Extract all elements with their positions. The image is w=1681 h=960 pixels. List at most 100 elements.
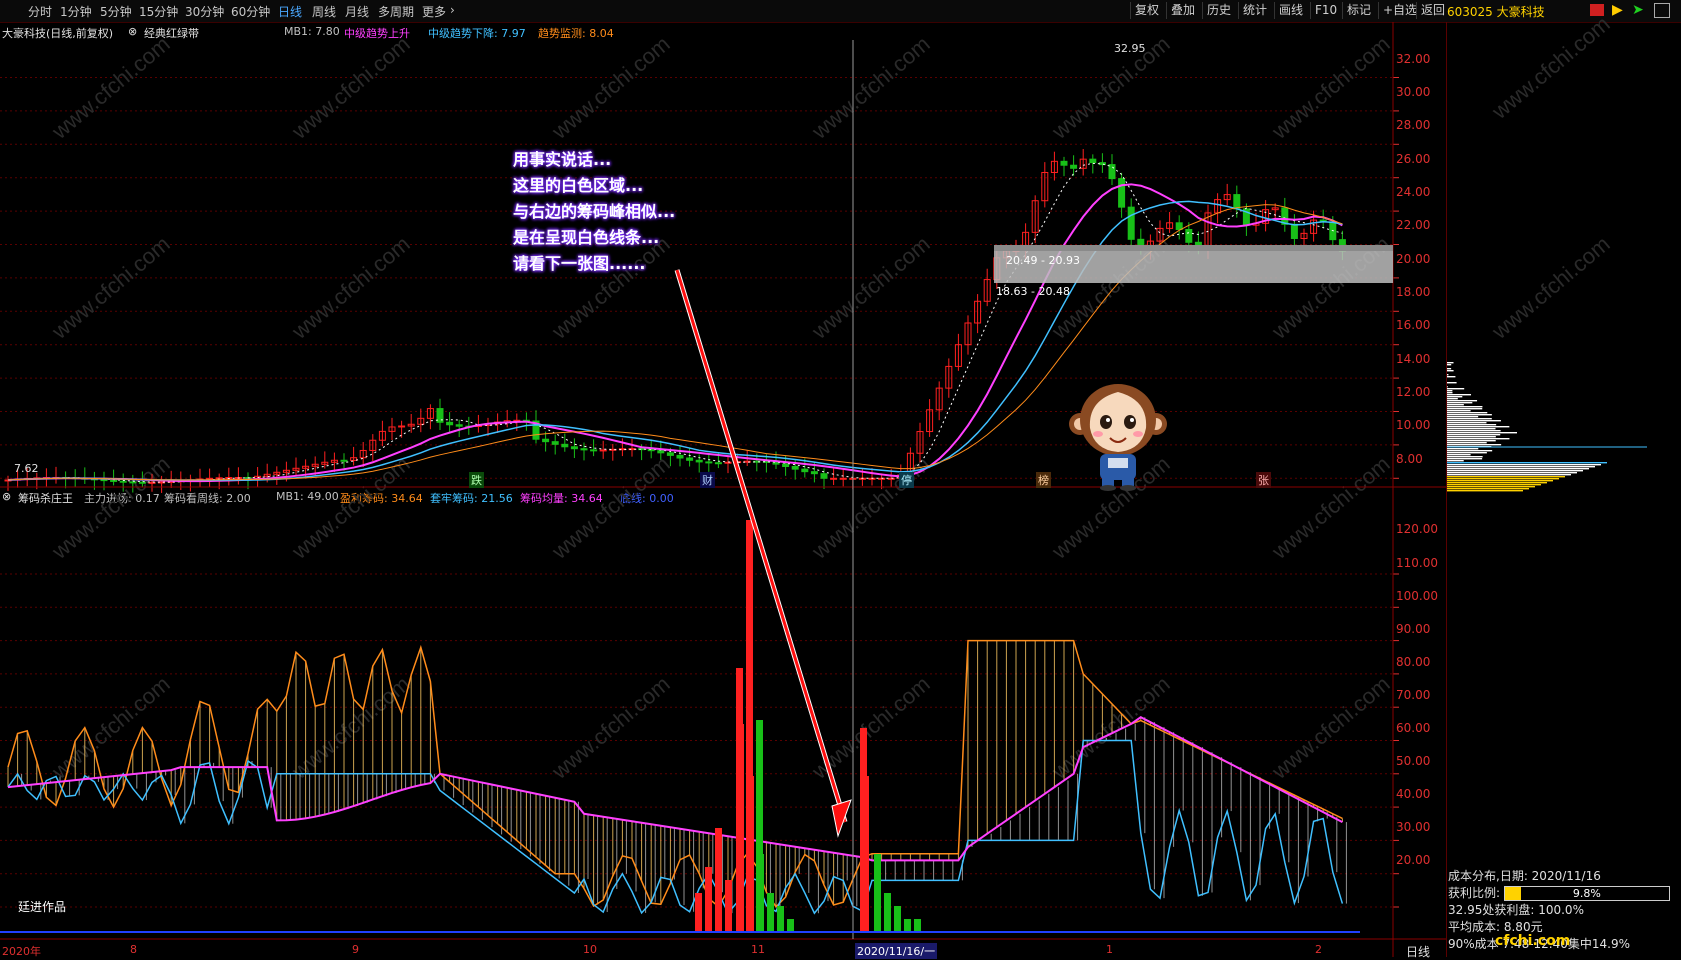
candle-body <box>570 446 578 450</box>
candle-body <box>1185 228 1193 243</box>
price-chart-canvas[interactable]: www.cfchi.com www.cfchi.com www.cfchi.com w… <box>0 0 1681 957</box>
watermark-text: www.cfchi.com <box>546 451 674 564</box>
candle-body <box>455 424 463 427</box>
chip-bar <box>1447 398 1458 400</box>
chip-bar <box>1447 376 1456 378</box>
volume-bar <box>756 720 763 932</box>
chip-bar <box>1447 368 1452 370</box>
chip-bar <box>1447 364 1452 366</box>
chip-bar <box>1447 374 1449 376</box>
candle-body <box>782 463 790 467</box>
chip-bar <box>1447 458 1483 460</box>
candle-body <box>1070 164 1078 169</box>
candle-body <box>686 457 694 461</box>
annotation-line: 请看下一张图...... <box>513 254 646 273</box>
marker-tag[interactable]: 跌 <box>469 472 484 488</box>
watermark-text: www.cfchi.com <box>46 231 174 344</box>
annotation-line: 是在呈现白色线条... <box>513 228 660 247</box>
y-label: 50.00 <box>1396 754 1431 768</box>
candle-body <box>119 480 127 483</box>
watermark-text: www.cfchi.com <box>46 451 174 564</box>
watermark-text: www.cfchi.com <box>1266 31 1394 144</box>
profit-ratio-row: 获利比例: 9.8% <box>1448 885 1680 902</box>
y-label: 32.00 <box>1396 52 1431 66</box>
candle-body <box>657 450 665 454</box>
volume-bar <box>715 828 722 932</box>
chip-title: 成本分布,日期: 2020/11/16 <box>1448 869 1601 883</box>
volume-bar <box>860 728 867 932</box>
candle-body <box>138 481 146 484</box>
profit-ratio-label: 获利比例: <box>1448 886 1501 900</box>
profit-ratio-value: 9.8% <box>1572 887 1601 900</box>
volume-bar <box>695 893 702 932</box>
watermark-text: www.cfchi.com <box>546 31 674 144</box>
chip-bar <box>1447 418 1492 420</box>
volume-bar <box>767 893 774 932</box>
volume-bar <box>874 854 881 932</box>
y-label: 12.00 <box>1396 385 1431 399</box>
candle-body <box>551 441 559 445</box>
candle-body <box>820 473 828 479</box>
chip-bar <box>1447 442 1487 444</box>
date-label: 10 <box>583 943 597 956</box>
marker-tag[interactable]: 榜 <box>1036 472 1051 488</box>
candle-body <box>695 459 703 463</box>
chip-bar <box>1447 488 1529 490</box>
chip-bar <box>1447 474 1571 476</box>
annotation-text: 用事实说话... 这里的白色区域... 与右边的筹码峰相似... 是在呈现白色线… <box>513 147 743 277</box>
y-label: 30.00 <box>1396 820 1431 834</box>
volume-bar <box>904 919 911 932</box>
y-label: 90.00 <box>1396 622 1431 636</box>
volume-bar <box>884 893 891 932</box>
chip-bar <box>1447 382 1457 384</box>
chip-bar <box>1447 390 1453 392</box>
volume-bar <box>736 668 743 932</box>
chip-bar <box>1447 456 1483 458</box>
candle-body <box>1060 160 1068 166</box>
y-label: 24.00 <box>1396 185 1431 199</box>
chip-bar <box>1447 462 1607 464</box>
chip-bar <box>1447 400 1478 402</box>
y-label: 60.00 <box>1396 721 1431 735</box>
candle-body <box>791 465 799 470</box>
range-label-1: 20.49 - 20.93 <box>1006 254 1080 267</box>
candle-body <box>1233 194 1241 210</box>
candle-body <box>1127 206 1135 240</box>
candle-body <box>801 468 809 473</box>
y-label: 30.00 <box>1396 85 1431 99</box>
y-label: 110.00 <box>1396 556 1438 570</box>
candle-body <box>1108 164 1116 180</box>
chip-bar <box>1447 434 1501 436</box>
watermark-text: www.cfchi.com <box>1266 671 1394 784</box>
profit-at-row: 32.95处获利盘: 100.0% <box>1448 903 1584 917</box>
marker-tag[interactable]: 张 <box>1256 472 1271 488</box>
candle-body <box>206 477 214 480</box>
candle-body <box>1089 158 1097 164</box>
chip-bar <box>1447 466 1595 468</box>
period-label[interactable]: 日线 <box>1406 943 1430 960</box>
chip-bar <box>1447 404 1464 406</box>
candle-body <box>714 462 722 465</box>
volume-bar <box>914 919 921 932</box>
chip-distribution-panel <box>1446 22 1681 957</box>
chip-histogram <box>1447 362 1647 492</box>
watermark-text: www.cfchi.com <box>806 671 934 784</box>
y-label: 16.00 <box>1396 318 1431 332</box>
candle-body <box>580 448 588 451</box>
chip-bar <box>1447 412 1488 414</box>
y-label: 20.00 <box>1396 252 1431 266</box>
annotation-line: 用事实说话... <box>513 150 612 169</box>
marker-tag[interactable]: 财 <box>700 472 715 488</box>
chip-bar <box>1447 388 1465 390</box>
chip-bar <box>1447 444 1502 446</box>
y-label: 20.00 <box>1396 853 1431 867</box>
volume-bar <box>725 880 732 932</box>
chip-bar <box>1447 470 1583 472</box>
y-label: 14.00 <box>1396 352 1431 366</box>
candle-body <box>129 481 137 484</box>
date-label: 8 <box>130 943 137 956</box>
y-label: 28.00 <box>1396 118 1431 132</box>
chip-bar <box>1447 422 1487 424</box>
marker-tag[interactable]: 停 <box>899 472 914 488</box>
chip-bar <box>1447 414 1492 416</box>
